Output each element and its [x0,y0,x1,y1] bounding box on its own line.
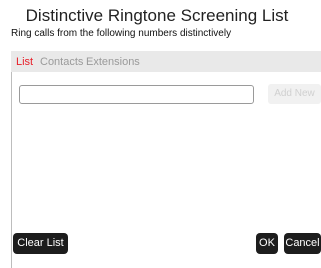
tab-contacts[interactable]: Contacts [40,56,83,68]
dialog-title: Distinctive Ringtone Screening List [25,6,289,25]
add-new-button[interactable]: Add New [268,84,321,104]
tab-extensions[interactable]: Extensions [86,56,140,68]
number-input[interactable] [19,85,254,104]
content-divider [11,72,12,268]
tab-list[interactable]: List [16,56,33,68]
tab-bar: List Contacts Extensions [11,51,321,72]
clear-list-button[interactable]: Clear List [13,233,68,254]
cancel-button[interactable]: Cancel [284,233,321,254]
ok-button[interactable]: OK [256,233,278,254]
dialog-subtitle: Ring calls from the following numbers di… [11,28,232,39]
